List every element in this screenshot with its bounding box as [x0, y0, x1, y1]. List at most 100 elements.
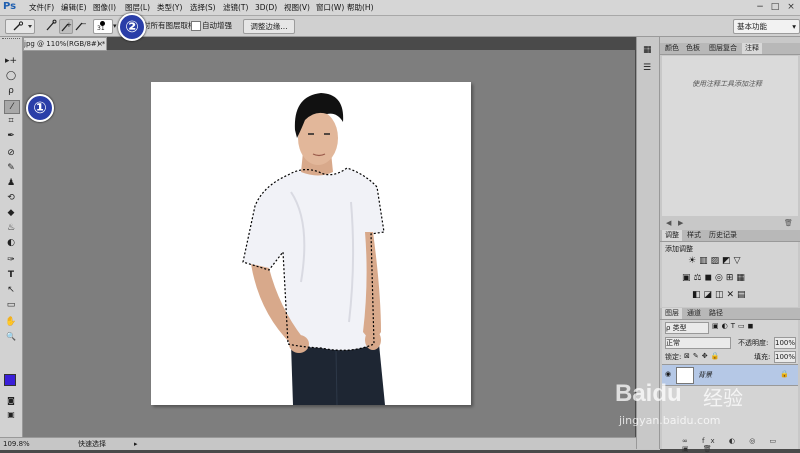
document-tab[interactable]: jpg @ 110%(RGB/8#) * ×	[23, 37, 107, 51]
foreground-color-swatch[interactable]	[4, 374, 16, 386]
tab-history[interactable]: 历史记录	[706, 230, 740, 241]
pen-tool-icon[interactable]: ✑	[4, 254, 18, 266]
tab-notes[interactable]: 注释	[742, 43, 762, 54]
menu-file[interactable]: 文件(F)	[29, 0, 54, 15]
crop-tool-icon[interactable]: ⌗	[4, 115, 18, 127]
healing-brush-tool-icon[interactable]: ⊘	[4, 147, 18, 159]
layer-filter-icons[interactable]: ▣◐T▭◼	[712, 322, 756, 330]
fill-input[interactable]: 100%	[774, 351, 796, 363]
menu-edit[interactable]: 编辑(E)	[61, 0, 87, 15]
close-window-button[interactable]: ×	[786, 2, 796, 12]
photo-man-white-tshirt	[242, 93, 385, 406]
eye-icon[interactable]: ◉	[665, 370, 671, 378]
tab-layers[interactable]: 图层	[662, 308, 682, 319]
document-title: jpg @ 110%(RGB/8#) *	[24, 40, 106, 48]
new-selection-icon[interactable]	[45, 19, 57, 32]
notes-panel: 使用注释工具添加注释 ◀ ▶ 🗑	[662, 56, 798, 227]
fill-label: 填充:	[754, 353, 771, 361]
lock-label: 锁定:	[665, 353, 682, 361]
lasso-tool-icon[interactable]: ρ	[4, 85, 18, 97]
history-brush-tool-icon[interactable]: ⟲	[4, 192, 18, 204]
refine-edge-button[interactable]: 调整边缘...	[243, 19, 295, 34]
zoom-level[interactable]: 109.8%	[3, 438, 30, 450]
zoom-tool-icon[interactable]: 🔍	[4, 331, 18, 343]
minimize-button[interactable]: −	[755, 2, 765, 12]
menu-type[interactable]: 类型(Y)	[157, 0, 182, 15]
close-icon[interactable]: ×	[97, 38, 103, 50]
history-panel-icon[interactable]: ▦	[643, 45, 652, 55]
properties-panel-icon[interactable]: ☰	[643, 63, 651, 73]
lock-icons[interactable]: ⊠✎✥🔒	[684, 352, 722, 360]
rectangle-tool-icon[interactable]: ▭	[4, 299, 18, 311]
add-to-selection-icon[interactable]: +	[59, 19, 73, 34]
path-selection-tool-icon[interactable]: ↖	[4, 284, 18, 296]
adjustment-icons-row-3[interactable]: ◧◪◫✕▤	[692, 290, 749, 300]
paint-bucket-tool-icon[interactable]: ♨	[4, 222, 18, 234]
tool-preset-picker[interactable]	[5, 19, 35, 34]
brush-size-picker[interactable]: 31	[93, 19, 113, 34]
trash-icon[interactable]: 🗑	[784, 219, 793, 227]
subtract-from-selection-icon[interactable]: −	[74, 19, 87, 32]
auto-enhance-checkbox[interactable]	[191, 21, 201, 31]
tab-paths[interactable]: 路径	[706, 308, 726, 319]
watermark-url: jingyan.baidu.com	[619, 414, 721, 427]
quick-selection-tool-icon[interactable]: ⁄	[4, 100, 20, 114]
opacity-input[interactable]: 100%	[774, 337, 796, 349]
adjustments-panel: 添加调整 ☀▥▨◩▽ ▣⚖◼◎⊞▦ ◧◪◫✕▤	[662, 242, 798, 307]
arrow-left-icon[interactable]: ◀	[666, 219, 671, 227]
document-canvas[interactable]	[151, 82, 471, 406]
menu-help[interactable]: 帮助(H)	[347, 0, 374, 15]
quick-mask-icon[interactable]: ◙	[4, 395, 18, 407]
tab-color[interactable]: 颜色	[662, 43, 682, 54]
hand-tool-icon[interactable]: ✋	[4, 316, 18, 328]
auto-enhance-label: 自动增强	[202, 21, 232, 30]
maximize-button[interactable]: □	[770, 2, 780, 12]
marquee-tool-icon[interactable]: ◯	[4, 70, 18, 82]
menu-3d[interactable]: 3D(D)	[255, 0, 277, 15]
svg-text:−: −	[81, 20, 86, 28]
blend-mode-select[interactable]: 正常	[665, 337, 731, 349]
sample-all-layers-label: 对所有图层取样	[143, 21, 196, 30]
adjustments-tabs: 调整 样式 历史记录	[660, 230, 800, 242]
menu-filter[interactable]: 滤镜(T)	[223, 0, 248, 15]
quick-selection-icon	[13, 21, 32, 31]
workspace-select[interactable]: 基本功能 ▾	[733, 19, 800, 34]
tab-styles[interactable]: 样式	[684, 230, 704, 241]
chevron-right-icon[interactable]: ▸	[134, 438, 138, 450]
tools-panel: ▸+ ◯ ρ ⁄ ⌗ ✒ ⊘ ✎ ♟ ⟲ ◆ ♨ ◐ ✑ T ↖ ▭ ✋ 🔍 ◙…	[0, 37, 23, 437]
layers-tabs: 图层 通道 路径	[660, 308, 800, 320]
menu-view[interactable]: 视图(V)	[284, 0, 310, 15]
panel-grip[interactable]	[2, 38, 20, 43]
watermark-brand: Baidu	[615, 380, 682, 407]
screen-mode-icon[interactable]: ▣	[4, 409, 18, 421]
brush-size-value: 31	[97, 25, 105, 32]
layer-filter-select[interactable]: ρ 类型	[665, 322, 709, 334]
tab-adjustments[interactable]: 调整	[662, 230, 682, 241]
adjustment-icons-row-2[interactable]: ▣⚖◼◎⊞▦	[682, 273, 748, 283]
color-panel-tabs: 颜色 色板 图层复合 注释	[660, 43, 800, 55]
lock-icon: 🔒	[780, 370, 789, 378]
menu-bar: Ps 文件(F) 编辑(E) 图像(I) 图层(L) 类型(Y) 选择(S) 滤…	[0, 0, 800, 16]
layer-name[interactable]: 背景	[698, 370, 712, 380]
eyedropper-tool-icon[interactable]: ✒	[4, 130, 18, 142]
brush-tool-icon[interactable]: ✎	[4, 162, 18, 174]
menu-select[interactable]: 选择(S)	[190, 0, 216, 15]
clone-stamp-tool-icon[interactable]: ♟	[4, 177, 18, 189]
watermark-text: 经验	[703, 386, 743, 410]
chevron-down-icon: ▾	[792, 22, 796, 31]
chevron-down-icon[interactable]: ▾	[113, 22, 117, 30]
tab-layer-comps[interactable]: 图层复合	[706, 43, 740, 54]
blur-tool-icon[interactable]: ◐	[4, 237, 18, 249]
arrow-right-icon[interactable]: ▶	[678, 219, 683, 227]
move-tool-icon[interactable]: ▸+	[4, 55, 18, 67]
tab-channels[interactable]: 通道	[684, 308, 704, 319]
menu-image[interactable]: 图像(I)	[93, 0, 116, 15]
eraser-tool-icon[interactable]: ◆	[4, 207, 18, 219]
adjustment-icons-row-1[interactable]: ☀▥▨◩▽	[688, 256, 744, 266]
callout-2: ②	[118, 13, 146, 41]
menu-window[interactable]: 窗口(W)	[316, 0, 344, 15]
baidu-jingyan-watermark: Baidu 经验 jingyan.baidu.com	[615, 380, 795, 440]
type-tool-icon[interactable]: T	[4, 269, 18, 281]
tab-swatches[interactable]: 色板	[683, 43, 703, 54]
notes-hint: 使用注释工具添加注释	[692, 80, 762, 88]
